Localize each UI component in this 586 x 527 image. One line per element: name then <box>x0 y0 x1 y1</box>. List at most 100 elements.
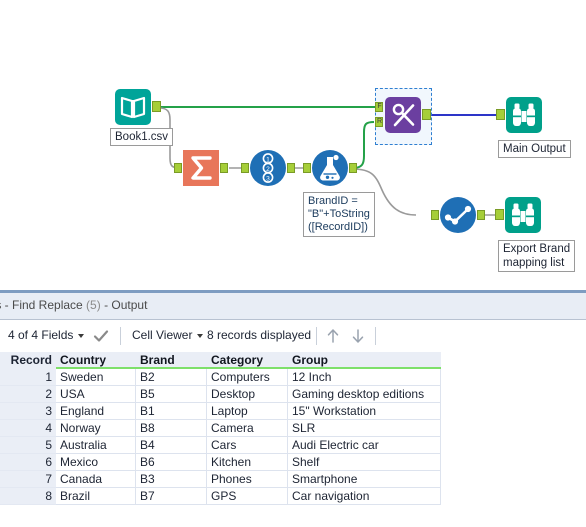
table-cell[interactable]: GPS <box>207 488 288 505</box>
table-cell[interactable]: Shelf <box>288 454 441 471</box>
column-header[interactable]: Record <box>0 352 56 369</box>
record-number-cell[interactable]: 3 <box>0 403 56 420</box>
record-number-cell[interactable]: 1 <box>0 369 56 386</box>
anchor-output[interactable] <box>349 163 357 173</box>
table-cell[interactable]: Norway <box>56 420 136 437</box>
table-cell[interactable]: Mexico <box>56 454 136 471</box>
anchor-input[interactable] <box>241 163 249 173</box>
table-row[interactable]: 4 Norway B8 Camera SLR <box>0 420 441 437</box>
table-cell[interactable]: 12 Inch <box>288 369 441 386</box>
results-pane: ts - Find Replace (5) - Output 4 of 4 Fi… <box>0 290 586 527</box>
results-grid[interactable]: Record Country Brand Category Group 1 Sweden B2… <box>0 352 586 527</box>
table-cell[interactable]: B8 <box>136 420 207 437</box>
column-header[interactable]: Category <box>207 352 288 369</box>
anchor-label-replace: R <box>376 118 383 125</box>
arrow-down-icon[interactable] <box>350 327 366 345</box>
results-toolbar[interactable]: 4 of 4 Fields Cell Viewer 8 records disp… <box>0 320 586 353</box>
anchor-input[interactable] <box>303 163 311 173</box>
fields-selector[interactable]: 4 of 4 Fields <box>8 328 85 342</box>
table-cell[interactable]: 15" Workstation <box>288 403 441 420</box>
node-label-input: Book1.csv <box>110 128 174 146</box>
record-number-cell[interactable]: 2 <box>0 386 56 403</box>
column-header[interactable]: Brand <box>136 352 207 369</box>
tab-title-main: ts - Find Replace <box>0 298 83 312</box>
anchor-output[interactable] <box>422 109 431 120</box>
table-cell[interactable]: B7 <box>136 488 207 505</box>
table-row[interactable]: 6 Mexico B6 Kitchen Shelf <box>0 454 441 471</box>
table-cell[interactable]: USA <box>56 386 136 403</box>
anchor-output[interactable] <box>477 210 485 220</box>
table-cell[interactable]: Cars <box>207 437 288 454</box>
flask-icon <box>312 150 348 186</box>
node-label-browse-export: Export Brand mapping list <box>498 240 576 272</box>
svg-text:1: 1 <box>266 156 270 163</box>
numbers-icon: 1 2 3 <box>250 150 286 186</box>
column-header[interactable]: Group <box>288 352 441 369</box>
record-number-cell[interactable]: 5 <box>0 437 56 454</box>
table-cell[interactable]: Laptop <box>207 403 288 420</box>
formula-annotation: BrandID = "B"+ToString ([RecordID]) <box>303 192 375 237</box>
table-cell[interactable]: Sweden <box>56 369 136 386</box>
svg-text:3: 3 <box>266 175 270 182</box>
workflow-canvas[interactable]: Book1.csv 1 2 3 BrandID = "B"+ToString (… <box>0 0 586 290</box>
sigma-icon <box>183 150 219 186</box>
checkmark-icon[interactable] <box>93 329 109 343</box>
table-row[interactable]: 8 Brazil B7 GPS Car navigation <box>0 488 441 505</box>
table-cell[interactable]: England <box>56 403 136 420</box>
scissors-icon <box>385 97 421 133</box>
book-icon <box>115 89 151 125</box>
binoculars-icon <box>506 97 542 133</box>
table-row[interactable]: 3 England B1 Laptop 15" Workstation <box>0 403 441 420</box>
anchor-input[interactable] <box>495 209 504 220</box>
fields-label: 4 of 4 Fields <box>8 328 74 342</box>
tab-title-count: (5) <box>86 298 101 312</box>
table-cell[interactable]: B3 <box>136 471 207 488</box>
records-displayed-label: 8 records displayed <box>207 328 312 342</box>
table-cell[interactable]: B5 <box>136 386 207 403</box>
table-cell[interactable]: Kitchen <box>207 454 288 471</box>
table-cell[interactable]: B2 <box>136 369 207 386</box>
chevron-down-icon <box>197 333 204 338</box>
results-tab-title[interactable]: ts - Find Replace (5) - Output <box>0 298 147 312</box>
cell-viewer-label: Cell Viewer <box>132 328 193 342</box>
anchor-input[interactable] <box>431 210 439 220</box>
toolbar-separator <box>375 327 376 345</box>
results-tab-bar[interactable]: ts - Find Replace (5) - Output <box>0 293 586 320</box>
table-row[interactable]: 1 Sweden B2 Computers 12 Inch <box>0 369 441 386</box>
anchor-output[interactable] <box>152 101 161 112</box>
table-cell[interactable]: Gaming desktop editions <box>288 386 441 403</box>
record-number-cell[interactable]: 6 <box>0 454 56 471</box>
arrow-up-icon[interactable] <box>325 327 341 345</box>
column-header[interactable]: Country <box>56 352 136 369</box>
table-cell[interactable]: Camera <box>207 420 288 437</box>
table-cell[interactable]: Audi Electric car <box>288 437 441 454</box>
table-cell[interactable]: B4 <box>136 437 207 454</box>
table-cell[interactable]: B6 <box>136 454 207 471</box>
table-cell[interactable]: Canada <box>56 471 136 488</box>
chevron-down-icon <box>78 333 85 338</box>
anchor-output[interactable] <box>287 163 295 173</box>
table-cell[interactable]: Australia <box>56 437 136 454</box>
cell-viewer-selector[interactable]: Cell Viewer <box>132 328 204 342</box>
record-number-cell[interactable]: 8 <box>0 488 56 505</box>
svg-text:2: 2 <box>266 166 270 173</box>
table-cell[interactable]: SLR <box>288 420 441 437</box>
record-number-cell[interactable]: 4 <box>0 420 56 437</box>
anchor-input[interactable] <box>174 163 182 173</box>
table-row[interactable]: 5 Australia B4 Cars Audi Electric car <box>0 437 441 454</box>
table-row[interactable]: 2 USA B5 Desktop Gaming desktop editions <box>0 386 441 403</box>
tab-title-suffix: - Output <box>104 298 148 312</box>
table-row[interactable]: 7 Canada B3 Phones Smartphone <box>0 471 441 488</box>
record-number-cell[interactable]: 7 <box>0 471 56 488</box>
table-cell[interactable]: Computers <box>207 369 288 386</box>
table-cell[interactable]: Smartphone <box>288 471 441 488</box>
table-cell[interactable]: Brazil <box>56 488 136 505</box>
table-cell[interactable]: Desktop <box>207 386 288 403</box>
anchor-output[interactable] <box>220 163 228 173</box>
table-cell[interactable]: B1 <box>136 403 207 420</box>
table-cell[interactable]: Car navigation <box>288 488 441 505</box>
table-cell[interactable]: Phones <box>207 471 288 488</box>
node-label-browse-main: Main Output <box>498 140 571 158</box>
table-header-row: Record Country Brand Category Group <box>0 352 441 369</box>
anchor-input[interactable] <box>496 109 505 120</box>
